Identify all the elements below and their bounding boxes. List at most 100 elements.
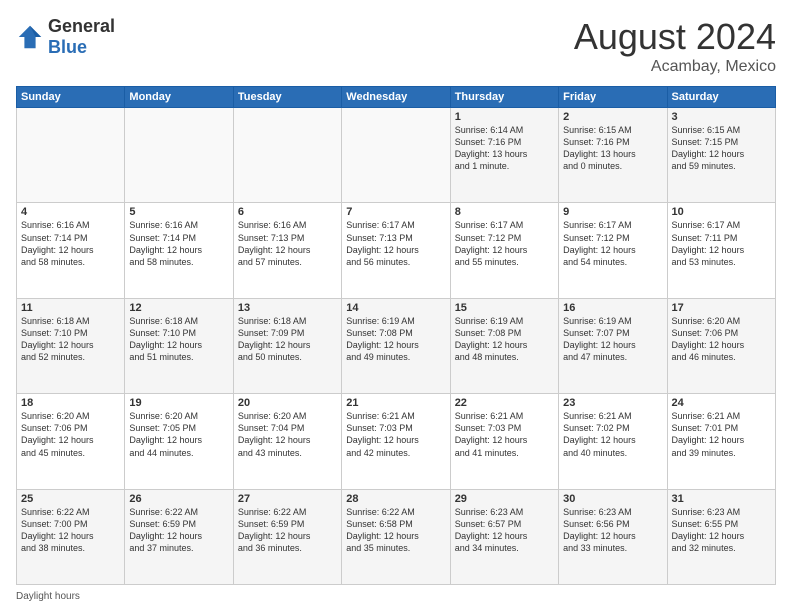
day-info: Sunrise: 6:22 AM Sunset: 7:00 PM Dayligh…	[21, 506, 120, 555]
month-title: August 2024	[574, 16, 776, 58]
day-number: 21	[346, 397, 445, 409]
day-info: Sunrise: 6:19 AM Sunset: 7:07 PM Dayligh…	[563, 315, 662, 364]
day-cell: 30Sunrise: 6:23 AM Sunset: 6:56 PM Dayli…	[559, 489, 667, 584]
day-info: Sunrise: 6:23 AM Sunset: 6:56 PM Dayligh…	[563, 506, 662, 555]
day-cell: 28Sunrise: 6:22 AM Sunset: 6:58 PM Dayli…	[342, 489, 450, 584]
day-number: 16	[563, 302, 662, 314]
day-info: Sunrise: 6:19 AM Sunset: 7:08 PM Dayligh…	[455, 315, 554, 364]
day-number: 18	[21, 397, 120, 409]
day-cell: 23Sunrise: 6:21 AM Sunset: 7:02 PM Dayli…	[559, 394, 667, 489]
day-cell: 19Sunrise: 6:20 AM Sunset: 7:05 PM Dayli…	[125, 394, 233, 489]
daylight-label: Daylight hours	[16, 591, 80, 602]
day-info: Sunrise: 6:16 AM Sunset: 7:13 PM Dayligh…	[238, 219, 337, 268]
week-row-3: 11Sunrise: 6:18 AM Sunset: 7:10 PM Dayli…	[17, 298, 776, 393]
generalblue-icon	[16, 23, 44, 51]
day-number: 23	[563, 397, 662, 409]
day-info: Sunrise: 6:22 AM Sunset: 6:59 PM Dayligh…	[238, 506, 337, 555]
day-cell: 9Sunrise: 6:17 AM Sunset: 7:12 PM Daylig…	[559, 203, 667, 298]
day-info: Sunrise: 6:14 AM Sunset: 7:16 PM Dayligh…	[455, 124, 554, 173]
day-number: 1	[455, 111, 554, 123]
day-cell: 6Sunrise: 6:16 AM Sunset: 7:13 PM Daylig…	[233, 203, 341, 298]
day-cell: 16Sunrise: 6:19 AM Sunset: 7:07 PM Dayli…	[559, 298, 667, 393]
day-cell: 26Sunrise: 6:22 AM Sunset: 6:59 PM Dayli…	[125, 489, 233, 584]
day-cell: 5Sunrise: 6:16 AM Sunset: 7:14 PM Daylig…	[125, 203, 233, 298]
location: Acambay, Mexico	[574, 58, 776, 76]
day-number: 25	[21, 493, 120, 505]
day-number: 10	[672, 206, 771, 218]
day-number: 20	[238, 397, 337, 409]
day-number: 5	[129, 206, 228, 218]
day-cell	[342, 108, 450, 203]
day-cell: 7Sunrise: 6:17 AM Sunset: 7:13 PM Daylig…	[342, 203, 450, 298]
day-number: 26	[129, 493, 228, 505]
day-cell: 8Sunrise: 6:17 AM Sunset: 7:12 PM Daylig…	[450, 203, 558, 298]
day-cell: 13Sunrise: 6:18 AM Sunset: 7:09 PM Dayli…	[233, 298, 341, 393]
day-cell: 3Sunrise: 6:15 AM Sunset: 7:15 PM Daylig…	[667, 108, 775, 203]
weekday-saturday: Saturday	[667, 87, 775, 108]
day-cell: 21Sunrise: 6:21 AM Sunset: 7:03 PM Dayli…	[342, 394, 450, 489]
day-info: Sunrise: 6:20 AM Sunset: 7:04 PM Dayligh…	[238, 410, 337, 459]
day-number: 24	[672, 397, 771, 409]
day-info: Sunrise: 6:20 AM Sunset: 7:05 PM Dayligh…	[129, 410, 228, 459]
day-cell	[17, 108, 125, 203]
week-row-5: 25Sunrise: 6:22 AM Sunset: 7:00 PM Dayli…	[17, 489, 776, 584]
day-cell: 1Sunrise: 6:14 AM Sunset: 7:16 PM Daylig…	[450, 108, 558, 203]
day-info: Sunrise: 6:15 AM Sunset: 7:15 PM Dayligh…	[672, 124, 771, 173]
day-cell: 18Sunrise: 6:20 AM Sunset: 7:06 PM Dayli…	[17, 394, 125, 489]
day-cell: 14Sunrise: 6:19 AM Sunset: 7:08 PM Dayli…	[342, 298, 450, 393]
day-cell: 17Sunrise: 6:20 AM Sunset: 7:06 PM Dayli…	[667, 298, 775, 393]
title-block: August 2024 Acambay, Mexico	[574, 16, 776, 76]
day-number: 14	[346, 302, 445, 314]
day-info: Sunrise: 6:18 AM Sunset: 7:10 PM Dayligh…	[21, 315, 120, 364]
day-cell: 27Sunrise: 6:22 AM Sunset: 6:59 PM Dayli…	[233, 489, 341, 584]
header: General Blue August 2024 Acambay, Mexico	[16, 16, 776, 76]
day-number: 11	[21, 302, 120, 314]
day-number: 2	[563, 111, 662, 123]
day-info: Sunrise: 6:17 AM Sunset: 7:12 PM Dayligh…	[563, 219, 662, 268]
day-info: Sunrise: 6:19 AM Sunset: 7:08 PM Dayligh…	[346, 315, 445, 364]
day-number: 7	[346, 206, 445, 218]
weekday-wednesday: Wednesday	[342, 87, 450, 108]
week-row-2: 4Sunrise: 6:16 AM Sunset: 7:14 PM Daylig…	[17, 203, 776, 298]
day-info: Sunrise: 6:16 AM Sunset: 7:14 PM Dayligh…	[21, 219, 120, 268]
week-row-4: 18Sunrise: 6:20 AM Sunset: 7:06 PM Dayli…	[17, 394, 776, 489]
day-cell: 25Sunrise: 6:22 AM Sunset: 7:00 PM Dayli…	[17, 489, 125, 584]
day-number: 31	[672, 493, 771, 505]
day-number: 17	[672, 302, 771, 314]
day-number: 6	[238, 206, 337, 218]
day-info: Sunrise: 6:21 AM Sunset: 7:03 PM Dayligh…	[346, 410, 445, 459]
day-cell	[125, 108, 233, 203]
day-cell: 24Sunrise: 6:21 AM Sunset: 7:01 PM Dayli…	[667, 394, 775, 489]
day-cell	[233, 108, 341, 203]
day-cell: 2Sunrise: 6:15 AM Sunset: 7:16 PM Daylig…	[559, 108, 667, 203]
weekday-sunday: Sunday	[17, 87, 125, 108]
weekday-thursday: Thursday	[450, 87, 558, 108]
day-number: 8	[455, 206, 554, 218]
day-info: Sunrise: 6:15 AM Sunset: 7:16 PM Dayligh…	[563, 124, 662, 173]
day-info: Sunrise: 6:18 AM Sunset: 7:09 PM Dayligh…	[238, 315, 337, 364]
day-cell: 22Sunrise: 6:21 AM Sunset: 7:03 PM Dayli…	[450, 394, 558, 489]
weekday-tuesday: Tuesday	[233, 87, 341, 108]
weekday-friday: Friday	[559, 87, 667, 108]
day-number: 13	[238, 302, 337, 314]
day-info: Sunrise: 6:23 AM Sunset: 6:55 PM Dayligh…	[672, 506, 771, 555]
day-number: 22	[455, 397, 554, 409]
page: General Blue August 2024 Acambay, Mexico…	[0, 0, 792, 612]
day-info: Sunrise: 6:18 AM Sunset: 7:10 PM Dayligh…	[129, 315, 228, 364]
day-number: 15	[455, 302, 554, 314]
day-cell: 29Sunrise: 6:23 AM Sunset: 6:57 PM Dayli…	[450, 489, 558, 584]
day-info: Sunrise: 6:21 AM Sunset: 7:02 PM Dayligh…	[563, 410, 662, 459]
day-number: 19	[129, 397, 228, 409]
day-info: Sunrise: 6:16 AM Sunset: 7:14 PM Dayligh…	[129, 219, 228, 268]
weekday-header-row: SundayMondayTuesdayWednesdayThursdayFrid…	[17, 87, 776, 108]
day-info: Sunrise: 6:22 AM Sunset: 6:59 PM Dayligh…	[129, 506, 228, 555]
weekday-monday: Monday	[125, 87, 233, 108]
logo-general: General	[48, 16, 115, 37]
day-info: Sunrise: 6:21 AM Sunset: 7:01 PM Dayligh…	[672, 410, 771, 459]
logo-text: General Blue	[48, 16, 115, 58]
day-cell: 15Sunrise: 6:19 AM Sunset: 7:08 PM Dayli…	[450, 298, 558, 393]
day-number: 28	[346, 493, 445, 505]
day-number: 9	[563, 206, 662, 218]
day-number: 3	[672, 111, 771, 123]
day-number: 29	[455, 493, 554, 505]
